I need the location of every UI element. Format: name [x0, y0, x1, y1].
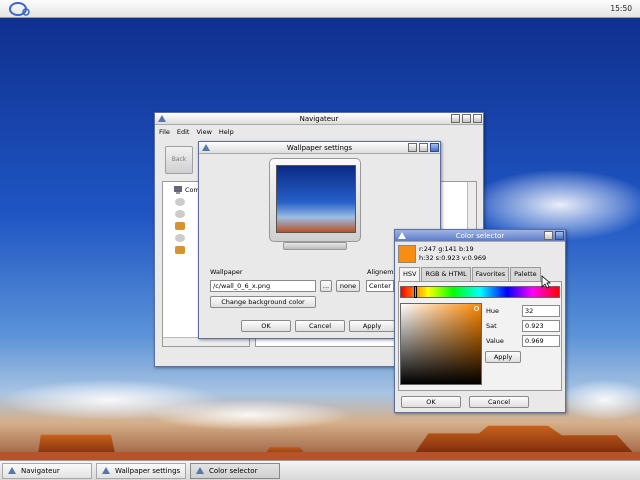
taskbar: Navigateur Wallpaper settings Color sele…	[0, 460, 640, 480]
taskbar-item-navigateur[interactable]: Navigateur	[2, 463, 92, 479]
color-ok-button[interactable]: OK	[401, 396, 461, 408]
window-title: Wallpaper settings	[286, 144, 353, 152]
hue-slider-handle[interactable]	[414, 286, 417, 298]
window-icon	[8, 467, 16, 474]
color-selector-window: Color selector r:247 g:141 b:19 h:32 s:0…	[394, 229, 566, 413]
drive-icon[interactable]	[175, 198, 185, 206]
navigator-titlebar[interactable]: Navigateur	[155, 113, 483, 125]
close-button[interactable]	[473, 114, 482, 123]
value-label: Value	[486, 337, 504, 345]
hue-slider[interactable]	[400, 286, 560, 298]
none-button[interactable]: none	[336, 280, 360, 292]
rgb-readout: r:247 g:141 b:19	[419, 245, 474, 253]
window-icon	[102, 467, 110, 474]
saturation-value-picker[interactable]	[400, 303, 482, 385]
maximize-button[interactable]	[544, 231, 553, 240]
ok-button[interactable]: OK	[241, 320, 291, 332]
change-background-color-button[interactable]: Change background color	[210, 296, 316, 308]
monitor-stand	[283, 242, 347, 250]
close-button[interactable]	[430, 143, 439, 152]
wallpaper-preview-monitor	[269, 158, 361, 252]
top-panel: 15:50	[0, 0, 640, 18]
clock: 15:50	[610, 4, 632, 13]
color-cancel-button[interactable]: Cancel	[469, 396, 529, 408]
cloud	[560, 380, 640, 420]
color-selector-titlebar[interactable]: Color selector	[395, 230, 565, 242]
taskbar-item-color-selector[interactable]: Color selector	[190, 463, 280, 479]
monitor-frame	[269, 158, 361, 242]
folder-icon[interactable]	[175, 222, 185, 230]
value-input[interactable]: 0.969	[522, 335, 560, 347]
folder-icon[interactable]	[175, 246, 185, 254]
desert-ground	[0, 452, 640, 460]
apply-button[interactable]: Apply	[349, 320, 395, 332]
mouse-cursor-icon	[541, 275, 551, 289]
wallpaper-label: Wallpaper	[210, 268, 243, 276]
taskbar-item-label: Navigateur	[21, 467, 60, 475]
sat-input[interactable]: 0.923	[522, 320, 560, 332]
alignment-select[interactable]: Center	[366, 280, 394, 292]
sv-picker-handle[interactable]	[474, 306, 479, 311]
tab-favorites[interactable]: Favorites	[471, 267, 510, 281]
hsv-apply-button[interactable]: Apply	[485, 351, 521, 363]
taskbar-item-label: Wallpaper settings	[115, 467, 181, 475]
menu-bar: File Edit View Help	[159, 128, 234, 136]
hue-label: Hue	[486, 307, 500, 315]
os-logo-icon[interactable]	[8, 1, 32, 17]
maximize-button[interactable]	[419, 143, 428, 152]
window-icon	[196, 467, 204, 474]
menu-file[interactable]: File	[159, 128, 170, 136]
browse-button[interactable]: ...	[320, 280, 332, 292]
drive-icon[interactable]	[175, 234, 185, 242]
cancel-button[interactable]: Cancel	[295, 320, 345, 332]
close-button[interactable]	[555, 231, 564, 240]
menu-help[interactable]: Help	[219, 128, 234, 136]
minimize-button[interactable]	[451, 114, 460, 123]
maximize-button[interactable]	[462, 114, 471, 123]
minimize-button[interactable]	[408, 143, 417, 152]
drive-icon[interactable]	[175, 210, 185, 218]
sat-label: Sat	[486, 322, 497, 330]
menu-edit[interactable]: Edit	[177, 128, 190, 136]
computer-icon	[174, 186, 182, 194]
hue-input[interactable]: 32	[522, 305, 560, 317]
tab-rgb-html[interactable]: RGB & HTML	[421, 267, 471, 281]
taskbar-item-label: Color selector	[209, 467, 258, 475]
taskbar-item-wallpaper-settings[interactable]: Wallpaper settings	[96, 463, 186, 479]
tab-palette[interactable]: Palette	[510, 267, 541, 281]
wallpaper-titlebar[interactable]: Wallpaper settings	[199, 142, 440, 154]
current-color-swatch	[398, 245, 416, 263]
window-title: Color selector	[455, 232, 505, 240]
window-title: Navigateur	[299, 115, 339, 123]
color-tabs: HSV RGB & HTML Favorites Palette	[399, 267, 542, 281]
hsv-readout: h:32 s:0.923 v:0.969	[419, 254, 487, 262]
menu-view[interactable]: View	[196, 128, 211, 136]
wallpaper-path-input[interactable]: /c/wall_0_6_x.png	[210, 280, 316, 292]
tab-hsv[interactable]: HSV	[399, 267, 421, 281]
wallpaper-preview-image	[276, 165, 356, 233]
back-button[interactable]: Back	[165, 146, 193, 174]
cloud	[150, 400, 350, 430]
